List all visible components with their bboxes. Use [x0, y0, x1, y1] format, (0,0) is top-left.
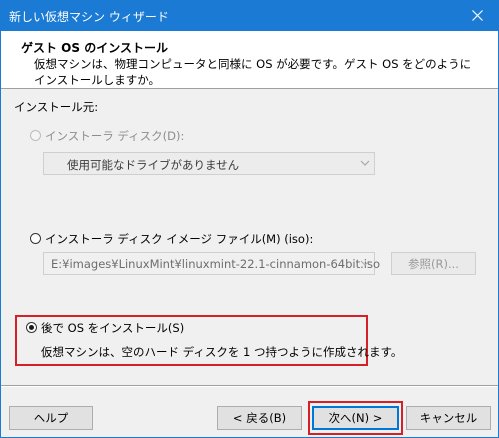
- footer-divider: [1, 385, 498, 387]
- drive-select[interactable]: 使用可能なドライブがありません: [43, 152, 375, 175]
- header-title: ゲスト OS のインストール: [21, 41, 168, 55]
- install-later-description: 仮想マシンは、空のハード ディスクを 1 つ持つように作成されます。: [41, 345, 403, 359]
- iso-image-radio[interactable]: [30, 233, 41, 244]
- next-button[interactable]: 次へ(N) >: [312, 406, 399, 430]
- close-icon: [471, 10, 483, 21]
- iso-path-value: E:¥images¥LinuxMint¥linuxmint-22.1-cinna…: [51, 257, 381, 271]
- install-later-radio[interactable]: [26, 322, 37, 333]
- chevron-down-icon: [360, 160, 370, 166]
- iso-image-label: インストーラ ディスク イメージ ファイル(M) (iso):: [45, 232, 314, 246]
- iso-path-combo[interactable]: E:¥images¥LinuxMint¥linuxmint-22.1-cinna…: [43, 252, 380, 275]
- install-source-label: インストール元:: [14, 100, 99, 114]
- header-description: 仮想マシンは、物理コンピュータと同様に OS が必要です。ゲスト OS をどのよ…: [34, 57, 472, 87]
- title-bar[interactable]: 新しい仮想マシン ウィザード: [0, 0, 499, 31]
- browse-button[interactable]: 参照(R)...: [391, 252, 476, 275]
- installer-disc-radio[interactable]: [30, 130, 41, 141]
- cancel-button[interactable]: キャンセル: [406, 406, 491, 430]
- install-later-label: 後で OS をインストール(S): [41, 321, 185, 335]
- window-title: 新しい仮想マシン ウィザード: [9, 10, 169, 24]
- wizard-header: ゲスト OS のインストール 仮想マシンは、物理コンピュータと同様に OS が必…: [1, 31, 498, 89]
- drive-select-value: 使用可能なドライブがありません: [67, 158, 240, 172]
- close-button[interactable]: [455, 0, 499, 31]
- chevron-down-icon: [360, 260, 370, 266]
- installer-disc-label: インストーラ ディスク(D):: [45, 129, 185, 143]
- help-button[interactable]: ヘルプ: [9, 406, 93, 430]
- back-button[interactable]: < 戻る(B): [217, 406, 302, 430]
